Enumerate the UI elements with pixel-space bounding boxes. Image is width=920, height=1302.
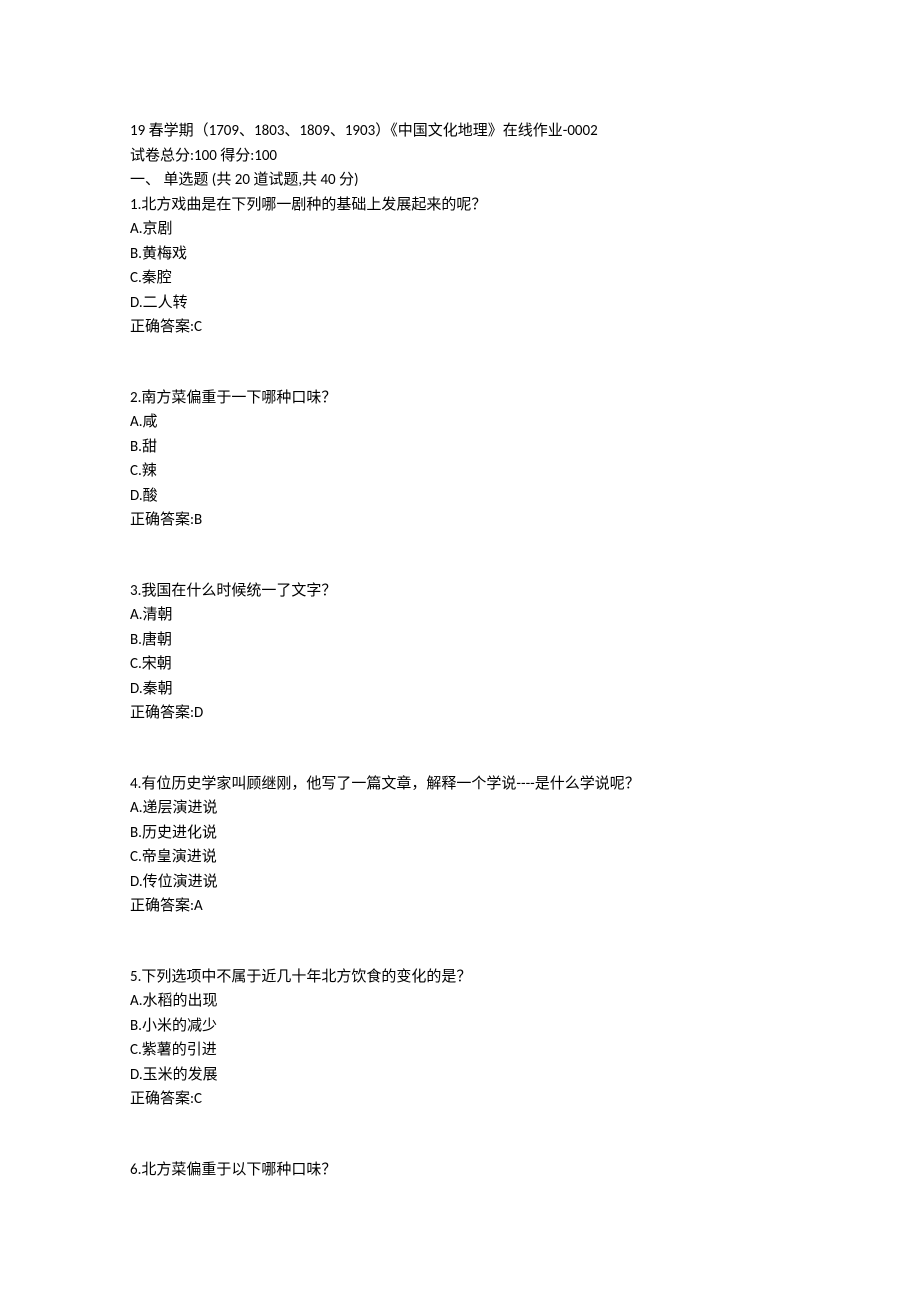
question-option: C.辣 — [130, 460, 790, 483]
question-block: 5.下列选项中不属于近几十年北方饮食的变化的是？A.水稻的出现B.小米的减少C.… — [130, 966, 790, 1111]
question-option: C.秦腔 — [130, 267, 790, 290]
question-block: 3.我国在什么时候统一了文字？A.清朝B.唐朝C.宋朝D.秦朝正确答案:D — [130, 580, 790, 725]
question-option: D.二人转 — [130, 292, 790, 315]
question-option: A.清朝 — [130, 604, 790, 627]
question-option: A.水稻的出现 — [130, 990, 790, 1013]
correct-answer: 正确答案:B — [130, 509, 790, 532]
correct-answer: 正确答案:C — [130, 1088, 790, 1111]
question-option: B.唐朝 — [130, 629, 790, 652]
question-text: 3.我国在什么时候统一了文字？ — [130, 580, 790, 603]
exam-score-line: 试卷总分:100 得分:100 — [130, 145, 790, 168]
question-text: 5.下列选项中不属于近几十年北方饮食的变化的是？ — [130, 966, 790, 989]
question-option: B.小米的减少 — [130, 1015, 790, 1038]
question-option: C.紫薯的引进 — [130, 1039, 790, 1062]
question-text: 1.北方戏曲是在下列哪一剧种的基础上发展起来的呢？ — [130, 194, 790, 217]
section-heading: 一、 单选题 (共 20 道试题,共 40 分) — [130, 169, 790, 192]
question-option: B.历史进化说 — [130, 822, 790, 845]
question-block: 4.有位历史学家叫顾继刚，他写了一篇文章，解释一个学说----是什么学说呢？A.… — [130, 773, 790, 918]
question-text: 6.北方菜偏重于以下哪种口味？ — [130, 1159, 790, 1182]
question-text: 4.有位历史学家叫顾继刚，他写了一篇文章，解释一个学说----是什么学说呢？ — [130, 773, 790, 796]
question-option: A.咸 — [130, 411, 790, 434]
correct-answer: 正确答案:D — [130, 702, 790, 725]
question-option: D.玉米的发展 — [130, 1064, 790, 1087]
question-option: B.黄梅戏 — [130, 243, 790, 266]
questions-container: 1.北方戏曲是在下列哪一剧种的基础上发展起来的呢？A.京剧B.黄梅戏C.秦腔D.… — [130, 194, 790, 1182]
question-option: A.递层演进说 — [130, 797, 790, 820]
question-option: D.酸 — [130, 485, 790, 508]
correct-answer: 正确答案:A — [130, 895, 790, 918]
question-block: 2.南方菜偏重于一下哪种口味？A.咸B.甜C.辣D.酸正确答案:B — [130, 387, 790, 532]
question-option: A.京剧 — [130, 218, 790, 241]
question-block: 6.北方菜偏重于以下哪种口味？ — [130, 1159, 790, 1182]
question-option: D.秦朝 — [130, 678, 790, 701]
question-option: C.宋朝 — [130, 653, 790, 676]
question-option: B.甜 — [130, 436, 790, 459]
question-option: C.帝皇演进说 — [130, 846, 790, 869]
exam-title: 19 春学期（1709、1803、1809、1903）《中国文化地理》在线作业-… — [130, 120, 790, 143]
question-text: 2.南方菜偏重于一下哪种口味？ — [130, 387, 790, 410]
question-option: D.传位演进说 — [130, 871, 790, 894]
correct-answer: 正确答案:C — [130, 316, 790, 339]
question-block: 1.北方戏曲是在下列哪一剧种的基础上发展起来的呢？A.京剧B.黄梅戏C.秦腔D.… — [130, 194, 790, 339]
